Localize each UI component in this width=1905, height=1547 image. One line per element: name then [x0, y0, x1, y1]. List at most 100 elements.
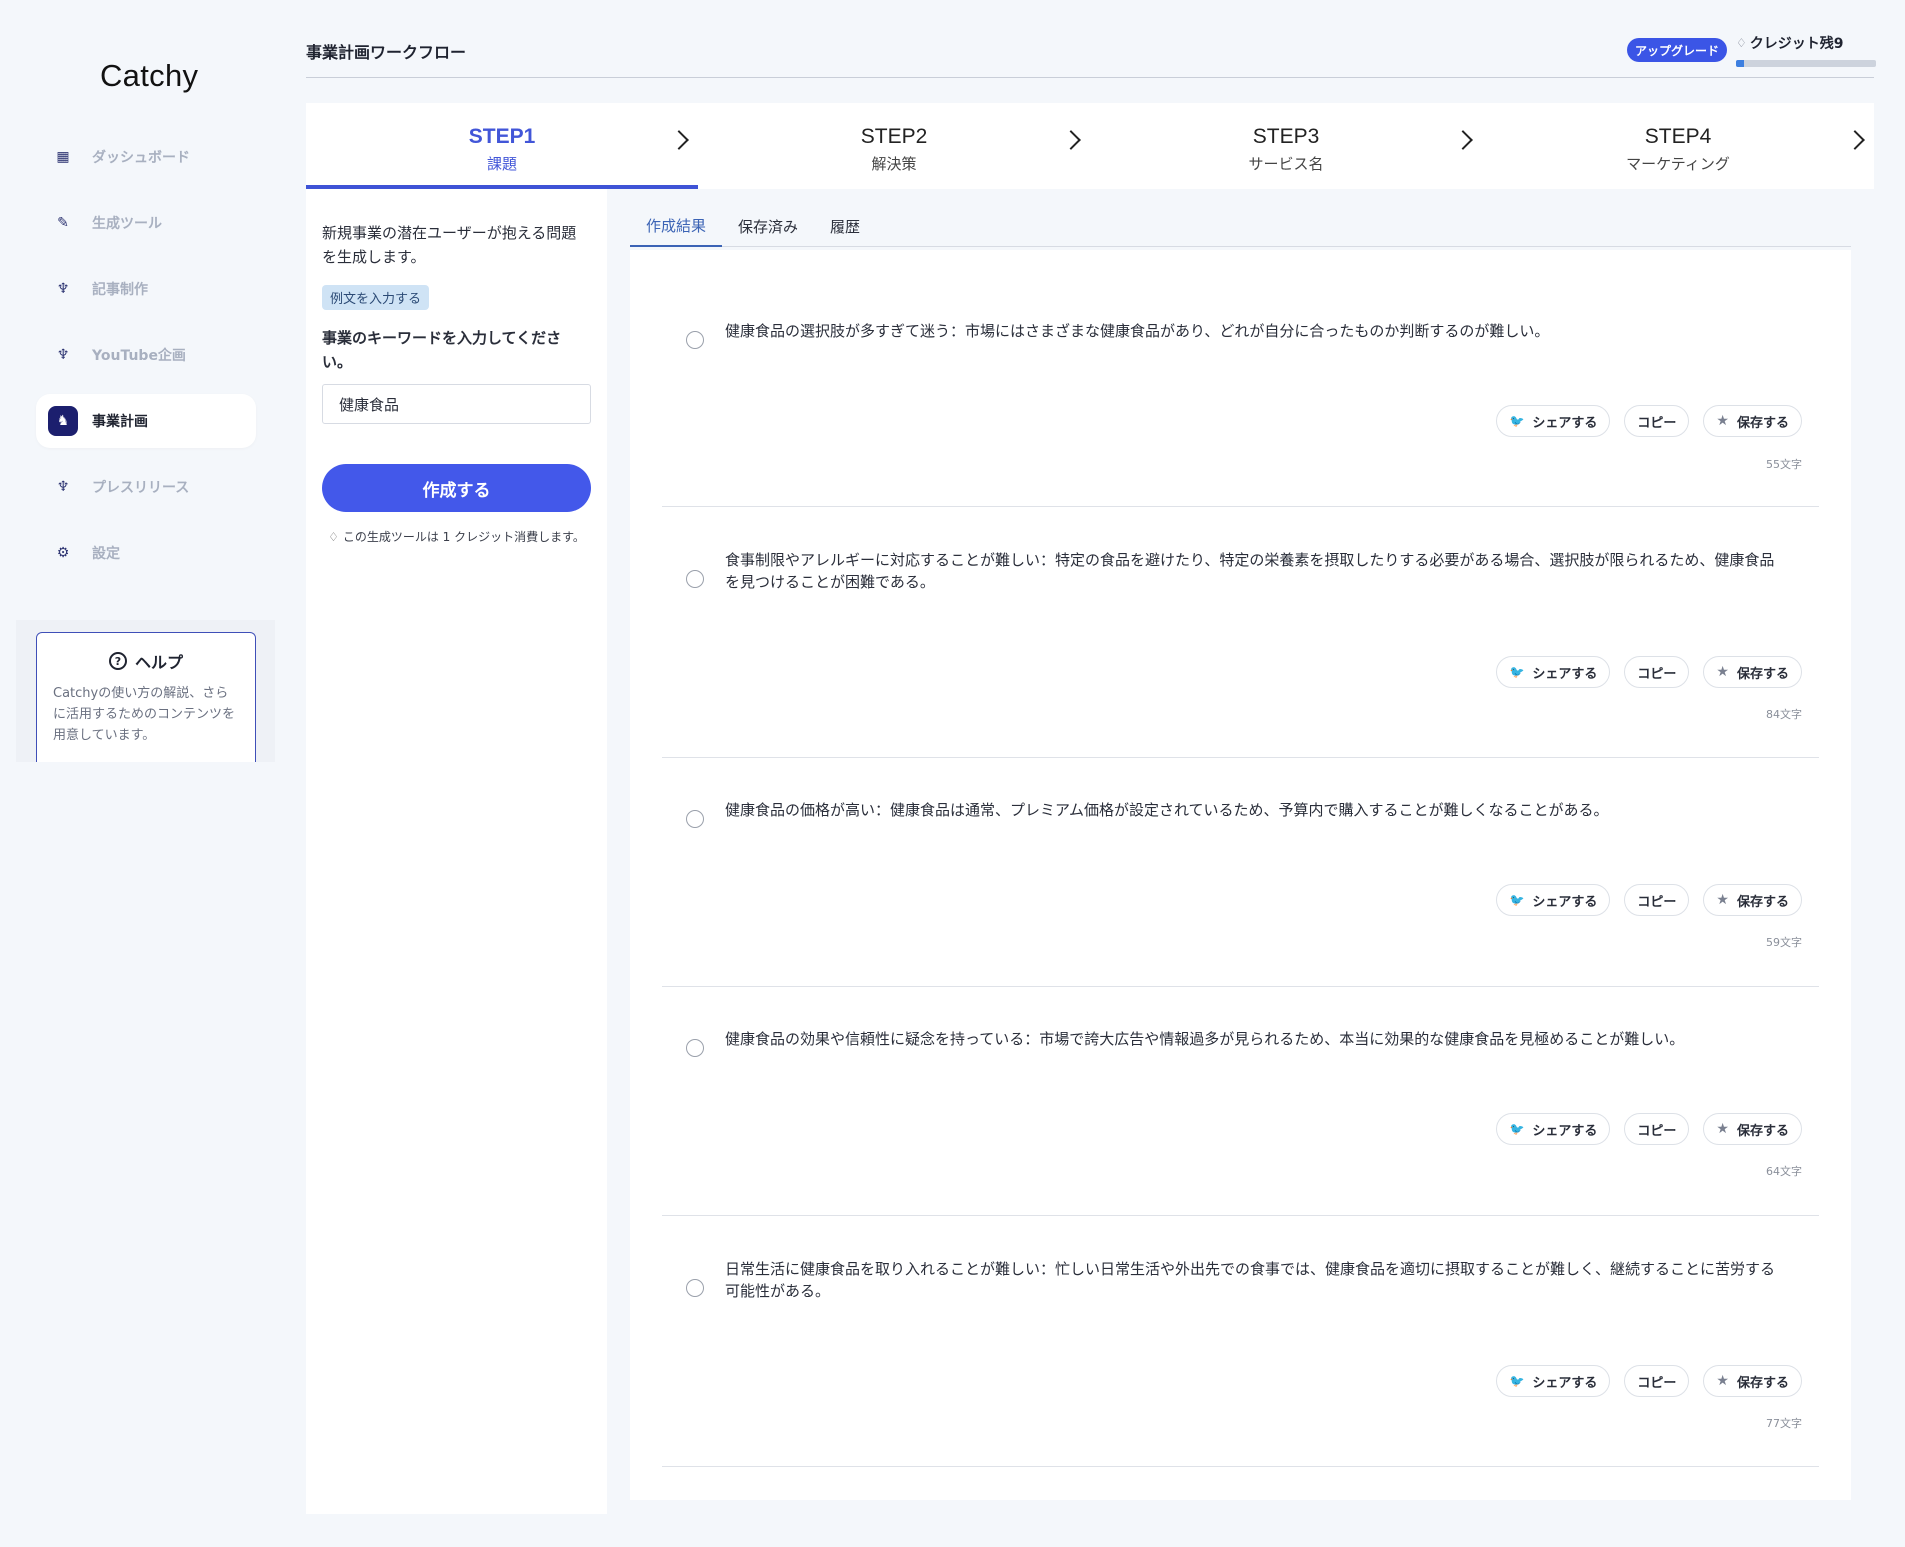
select-radio[interactable]: [686, 810, 704, 828]
select-radio[interactable]: [686, 331, 704, 349]
copy-button[interactable]: コピー: [1624, 1365, 1690, 1397]
sidebar-item-youtube[interactable]: ♆ YouTube企画: [36, 328, 256, 382]
keyword-input[interactable]: [322, 384, 591, 424]
twitter-bird-icon: 🐦: [1509, 1374, 1525, 1388]
unicorn-icon: ♞: [48, 406, 78, 436]
sidebar-item-label: 事業計画: [92, 414, 148, 430]
sidebar-item-settings[interactable]: ⚙ 設定: [36, 526, 256, 580]
diamond-icon: ♢: [328, 529, 339, 544]
save-button[interactable]: ★ 保存する: [1703, 884, 1802, 916]
star-icon: ★: [1716, 1121, 1729, 1137]
share-button[interactable]: 🐦 シェアする: [1496, 656, 1611, 688]
genie-lamp-icon: ♆: [56, 281, 70, 297]
result-text: 健康食品の効果や信頼性に疑念を持っている：市場で誇大広告や情報過多が見られるため…: [725, 1030, 1685, 1048]
share-button[interactable]: 🐦 シェアする: [1496, 1365, 1611, 1397]
result-actions: 🐦 シェアする コピー ★ 保存する: [1496, 884, 1802, 916]
twitter-bird-icon: 🐦: [1509, 665, 1525, 679]
star-icon: ★: [1716, 664, 1729, 680]
chevron-right-icon: [1061, 130, 1081, 150]
example-fill-button[interactable]: 例文を入力する: [322, 285, 430, 310]
sidebar-item-business-plan[interactable]: ♞ 事業計画: [36, 394, 256, 448]
select-radio[interactable]: [686, 570, 704, 588]
sidebar-item-article[interactable]: ♆ 記事制作: [36, 262, 256, 316]
copy-button[interactable]: コピー: [1624, 405, 1690, 437]
char-count: 64文字: [1766, 1165, 1802, 1178]
char-count: 59文字: [1766, 936, 1802, 949]
app-logo[interactable]: Catchy: [100, 58, 198, 94]
question-icon: ?: [108, 652, 127, 670]
chevron-right-icon: [1845, 130, 1865, 150]
sidebar-item-label: プレスリリース: [92, 480, 190, 496]
save-button[interactable]: ★ 保存する: [1703, 405, 1802, 437]
result-text: 日常生活に健康食品を取り入れることが難しい：忙しい日常生活や外出先での食事では、…: [725, 1260, 1776, 1300]
header-divider: [306, 77, 1874, 78]
chevron-right-icon: [669, 130, 689, 150]
copy-button[interactable]: コピー: [1624, 884, 1690, 916]
share-button[interactable]: 🐦 シェアする: [1496, 1113, 1611, 1145]
star-icon: ★: [1716, 892, 1729, 908]
tab-saved[interactable]: 保存済み: [722, 205, 814, 247]
sidebar-item-label: ダッシュボード: [92, 150, 190, 166]
save-button[interactable]: ★ 保存する: [1703, 1365, 1802, 1397]
sidebar-item-generation-tools[interactable]: ✎ 生成ツール: [36, 196, 256, 250]
result-text: 健康食品の価格が高い：健康食品は通常、プレミアム価格が設定されているため、予算内…: [725, 801, 1609, 819]
list-item: 健康食品の効果や信頼性に疑念を持っている：市場で誇大広告や情報過多が見られるため…: [662, 987, 1819, 1216]
sidebar-item-label: 記事制作: [92, 282, 148, 298]
list-item: 健康食品の選択肢が多すぎて迷う：市場にはさまざまな健康食品があり、どれが自分に合…: [662, 250, 1819, 507]
select-radio[interactable]: [686, 1279, 704, 1297]
copy-button[interactable]: コピー: [1624, 656, 1690, 688]
list-item: 健康食品の価格が高い：健康食品は通常、プレミアム価格が設定されているため、予算内…: [662, 758, 1819, 987]
tab-results[interactable]: 作成結果: [630, 205, 723, 247]
char-count: 84文字: [1766, 708, 1802, 721]
help-description: Catchyの使い方の解説、さらに活用するためのコンテンツを用意しています。: [53, 686, 236, 743]
step-1-tab[interactable]: STEP1 課題: [306, 103, 698, 189]
result-tabs: 作成結果 保存済み 履歴: [630, 205, 1851, 247]
generation-form-panel: 新規事業の潜在ユーザーが抱える問題を生成します。 例文を入力する 事業のキーワー…: [306, 189, 607, 1514]
create-button[interactable]: 作成する: [322, 464, 591, 512]
genie-lamp-icon: ♆: [56, 347, 70, 363]
result-actions: 🐦 シェアする コピー ★ 保存する: [1496, 656, 1802, 688]
share-button[interactable]: 🐦 シェアする: [1496, 884, 1611, 916]
help-card[interactable]: ? ヘルプ Catchyの使い方の解説、さらに活用するためのコンテンツを用意して…: [36, 632, 256, 762]
result-actions: 🐦 シェアする コピー ★ 保存する: [1496, 405, 1802, 437]
credit-progress-bar: [1736, 60, 1876, 67]
star-icon: ★: [1716, 1373, 1729, 1389]
credit-progress-fill: [1736, 60, 1745, 67]
credit-note: ♢ この生成ツールは 1 クレジット消費します。: [328, 529, 585, 545]
twitter-bird-icon: 🐦: [1509, 1122, 1525, 1136]
step-4-tab[interactable]: STEP4 マーケティング: [1482, 103, 1874, 189]
save-button[interactable]: ★ 保存する: [1703, 1113, 1802, 1145]
wrench-icon: ✎: [57, 215, 69, 231]
tab-history[interactable]: 履歴: [814, 205, 876, 247]
help-title: ? ヘルプ: [53, 649, 239, 673]
sidebar-item-dashboard[interactable]: ▦ ダッシュボード: [36, 130, 256, 184]
credits-remaining: ♢ クレジット残9: [1736, 36, 1844, 52]
gear-icon: ⚙: [56, 545, 70, 561]
char-count: 77文字: [1766, 1417, 1802, 1430]
sidebar-item-label: 設定: [92, 546, 120, 562]
share-button[interactable]: 🐦 シェアする: [1496, 405, 1611, 437]
sidebar-item-label: YouTube企画: [92, 348, 186, 364]
star-icon: ★: [1716, 413, 1729, 429]
result-actions: 🐦 シェアする コピー ★ 保存する: [1496, 1365, 1802, 1397]
sidebar-item-label: 生成ツール: [92, 216, 162, 232]
list-item: 食事制限やアレルギーに対応することが難しい：特定の食品を避けたり、特定の栄養素を…: [662, 507, 1819, 758]
twitter-bird-icon: 🐦: [1509, 893, 1525, 907]
sidebar-item-press-release[interactable]: ♆ プレスリリース: [36, 460, 256, 514]
twitter-bird-icon: 🐦: [1509, 414, 1525, 428]
save-button[interactable]: ★ 保存する: [1703, 656, 1802, 688]
copy-button[interactable]: コピー: [1624, 1113, 1690, 1145]
char-count: 55文字: [1766, 458, 1802, 471]
genie-lamp-icon: ♆: [56, 479, 70, 495]
sidebar: Catchy ▦ ダッシュボード ✎ 生成ツール ♆ 記事制作 ♆ YouTub…: [0, 0, 275, 762]
upgrade-button[interactable]: アップグレード: [1627, 38, 1728, 62]
grid-icon: ▦: [56, 149, 70, 165]
step-3-tab[interactable]: STEP3 サービス名: [1090, 103, 1482, 189]
result-text: 食事制限やアレルギーに対応することが難しい：特定の食品を避けたり、特定の栄養素を…: [725, 551, 1775, 591]
results-list: 健康食品の選択肢が多すぎて迷う：市場にはさまざまな健康食品があり、どれが自分に合…: [630, 250, 1851, 1500]
result-text: 健康食品の選択肢が多すぎて迷う：市場にはさまざまな健康食品があり、どれが自分に合…: [725, 322, 1550, 340]
step-2-tab[interactable]: STEP2 解決策: [698, 103, 1090, 189]
keyword-label: 事業のキーワードを入力してください。: [322, 329, 562, 371]
select-radio[interactable]: [686, 1039, 704, 1057]
list-item: 日常生活に健康食品を取り入れることが難しい：忙しい日常生活や外出先での食事では、…: [662, 1216, 1819, 1467]
